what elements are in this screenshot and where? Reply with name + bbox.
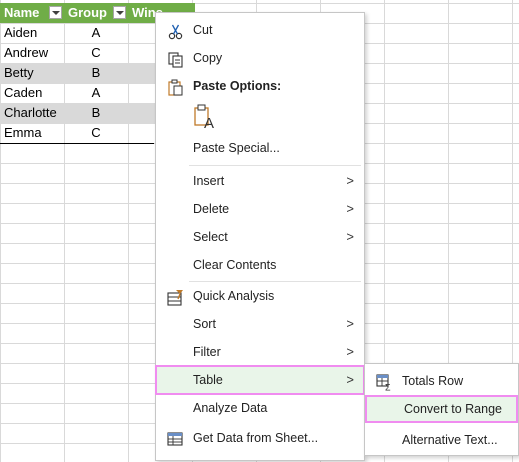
menu-item-paste-special[interactable]: Paste Special... [156,134,364,162]
quick-analysis-icon [167,288,184,306]
chevron-right-icon: > [346,229,354,244]
paste-icon [167,78,184,96]
menu-label-quick-analysis: Quick Analysis [193,289,275,303]
filter-dropdown-group[interactable] [113,6,126,19]
menu-item-delete[interactable]: Delete > [156,195,364,223]
cell-group[interactable]: C [64,43,128,63]
totals-row-icon: Σ [376,373,393,393]
submenu-label-alternative-text: Alternative Text... [402,433,498,447]
table-bottom-border [0,143,154,144]
chevron-right-icon: > [346,344,354,359]
menu-item-copy[interactable]: Copy [156,44,364,72]
svg-text:A: A [204,115,214,130]
header-group-label: Group [68,5,107,20]
menu-item-table[interactable]: Table > [155,365,365,395]
cell-name[interactable]: Andrew [4,43,64,63]
scissors-icon [167,22,184,40]
chevron-right-icon: > [346,173,354,188]
cell-name[interactable]: Emma [4,123,64,143]
submenu-label-convert-to-range: Convert to Range [404,402,502,416]
menu-label-get-data: Get Data from Sheet... [193,431,319,445]
menu-item-analyze-data[interactable]: Analyze Data [156,394,364,422]
cell-group[interactable]: B [64,103,128,123]
menu-label-cut: Cut [193,23,213,37]
menu-separator [189,165,361,166]
menu-label-copy: Copy [193,51,223,65]
chevron-right-icon: > [346,316,354,331]
submenu-item-totals-row[interactable]: Σ Totals Row [365,367,518,395]
menu-label-insert: Insert [193,174,225,188]
submenu-item-convert-to-range[interactable]: Convert to Range [365,395,518,423]
copy-icon [167,50,184,68]
cell-name[interactable]: Aiden [4,23,64,43]
filter-dropdown-name[interactable] [49,6,62,19]
cell-group[interactable]: A [64,83,128,103]
menu-item-sort[interactable]: Sort > [156,310,364,338]
menu-item-insert[interactable]: Insert > [156,167,364,195]
menu-item-cut[interactable]: Cut [156,16,364,44]
svg-text:Σ: Σ [385,383,391,392]
submenu-label-totals-row: Totals Row [402,374,464,388]
cell-name[interactable]: Caden [4,83,64,103]
chevron-right-icon: > [346,372,354,387]
menu-item-paste-options: Paste Options: [156,72,364,100]
menu-label-sort: Sort [193,317,216,331]
cell-group[interactable]: C [64,123,128,143]
menu-label-filter: Filter [193,345,221,359]
table-submenu: Σ Totals Row Convert to Range Alternativ… [364,363,519,456]
menu-label-clear-contents: Clear Contents [193,258,277,272]
cell-group[interactable]: A [64,23,128,43]
menu-label-analyze-data: Analyze Data [193,401,268,415]
chevron-right-icon: > [346,201,354,216]
menu-label-select: Select [193,230,228,244]
menu-item-select[interactable]: Select > [156,223,364,251]
paste-values-icon[interactable]: A [193,104,217,132]
menu-label-paste-special: Paste Special... [193,141,280,155]
table-grid-icon [167,430,184,447]
cell-name[interactable]: Charlotte [4,103,64,123]
cell-name[interactable]: Betty [4,63,64,83]
menu-label-paste-options: Paste Options: [193,79,282,93]
submenu-item-alternative-text[interactable]: Alternative Text... [365,426,518,454]
menu-item-quick-analysis[interactable]: Quick Analysis [156,282,364,310]
menu-label-table: Table [193,373,223,387]
menu-item-clear-contents[interactable]: Clear Contents [156,251,364,279]
menu-item-get-data[interactable]: Get Data from Sheet... [156,424,364,452]
context-menu: Cut Copy Paste Options: A Paste Special.… [155,12,365,461]
menu-item-filter[interactable]: Filter > [156,338,364,366]
menu-label-delete: Delete [193,202,230,216]
cell-group[interactable]: B [64,63,128,83]
header-name-label: Name [4,5,40,20]
